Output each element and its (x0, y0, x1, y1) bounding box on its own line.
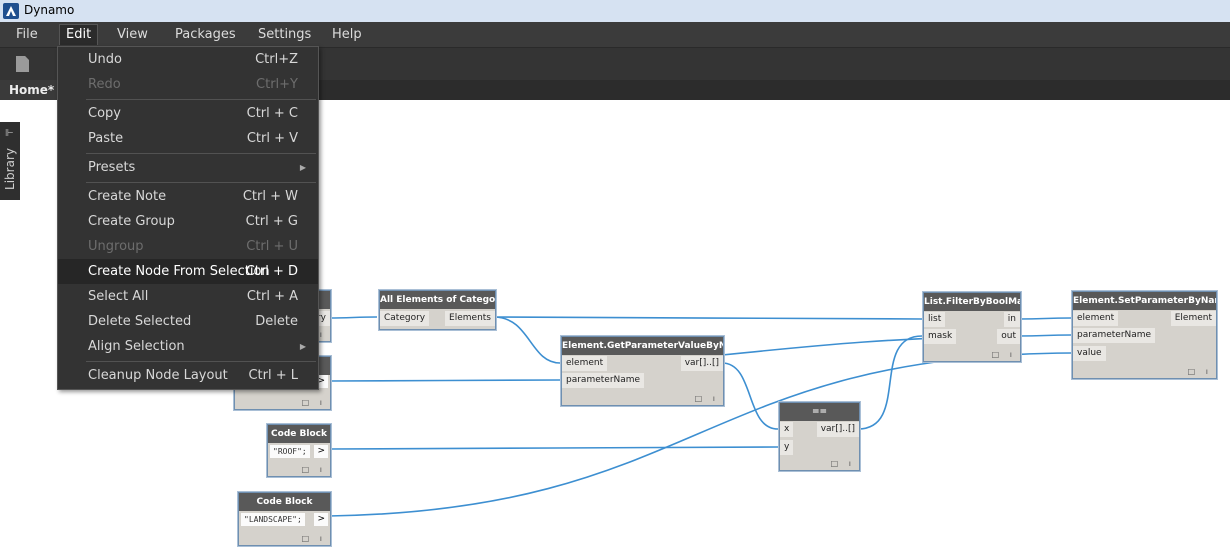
node-title: List.FilterByBoolMask (924, 293, 1020, 311)
menu-item-align-selection[interactable]: Align Selection ▶ (58, 334, 318, 359)
code-text[interactable]: "ROOF"; (270, 445, 310, 458)
wire-elements-to-filter-list (493, 316, 923, 320)
menu-separator (86, 99, 316, 100)
menu-item-redo: Redo Ctrl+Y (88, 77, 298, 92)
menu-item-cleanup-node-layout[interactable]: Cleanup Node Layout Ctrl + L (58, 363, 318, 388)
node-title: All Elements of Category (380, 291, 495, 309)
node-title: Code Block (239, 493, 330, 511)
node-footer: □ ı (301, 398, 326, 407)
port-elements-out[interactable]: Elements (445, 311, 495, 326)
wire-equals-to-filter-mask (857, 335, 923, 430)
wire-elements-to-get-element (493, 316, 561, 364)
menu-separator (86, 182, 316, 183)
node-title: Code Block (268, 425, 330, 443)
port-parametername-in[interactable]: parameterName (1073, 328, 1156, 343)
port-var-out[interactable]: var[]..[] (680, 356, 723, 371)
wire-getparam-to-equals-x (721, 362, 779, 430)
menu-item-paste[interactable]: Paste Ctrl + V (58, 126, 318, 151)
node-footer: □ ı (694, 394, 719, 403)
menu-item-presets[interactable]: Presets ▶ (58, 155, 318, 180)
menu-item-create-note[interactable]: Create Note Ctrl + W (58, 184, 318, 209)
port-element-in[interactable]: element (1073, 311, 1119, 326)
node-equals[interactable]: == x y var[]..[] □ ı (779, 402, 860, 471)
node-code-block-roof[interactable]: Code Block "ROOF"; > □ ı (267, 424, 331, 477)
port-in-out[interactable]: in (1003, 312, 1020, 327)
node-footer: □ ı (1187, 367, 1212, 376)
node-footer: □ ı (991, 350, 1016, 359)
port-element-in[interactable]: element (562, 356, 608, 371)
node-set-parameter-by-name[interactable]: Element.SetParameterByName element param… (1072, 291, 1217, 379)
wire-string-to-parametername (328, 379, 561, 382)
menu-separator (86, 361, 316, 362)
port-x-in[interactable]: x (780, 422, 794, 437)
submenu-arrow-icon: ▶ (299, 163, 306, 172)
port-code-out[interactable]: > (314, 445, 328, 458)
node-footer: □ ı (830, 459, 855, 468)
node-get-parameter-value-by-name[interactable]: Element.GetParameterValueByName element … (561, 336, 724, 406)
node-all-elements-of-category[interactable]: All Elements of Category Category Elemen… (379, 290, 496, 330)
node-footer: □ ı (301, 534, 326, 543)
edit-dropdown-menu: Undo Ctrl+Z Redo Ctrl+Y Copy Ctrl + C Pa… (57, 46, 319, 390)
node-title: == (780, 403, 859, 421)
menu-separator (86, 153, 316, 154)
menu-item-undo[interactable]: Undo Ctrl+Z (58, 47, 318, 72)
port-element-out[interactable]: Element (1170, 311, 1216, 326)
port-parametername-in[interactable]: parameterName (562, 373, 645, 388)
wire-category-to-all-elements (328, 316, 378, 319)
menu-item-delete-selected[interactable]: Delete Selected Delete (58, 309, 318, 334)
port-category-in[interactable]: Category (380, 311, 430, 326)
node-list-filter-by-bool-mask[interactable]: List.FilterByBoolMask list mask in out □… (923, 292, 1021, 362)
node-title: Element.GetParameterValueByName (562, 337, 723, 355)
wire-filter-out-to-set-parametername (1018, 334, 1072, 337)
port-out-out[interactable]: out (997, 329, 1020, 344)
node-title: Element.SetParameterByName (1073, 292, 1216, 310)
port-code-out[interactable]: > (314, 513, 328, 526)
port-var-out[interactable]: var[]..[] (816, 422, 859, 437)
port-mask-in[interactable]: mask (924, 329, 957, 344)
menu-item-create-group[interactable]: Create Group Ctrl + G (58, 209, 318, 234)
node-footer: □ ı (301, 465, 326, 474)
node-code-block-landscape[interactable]: Code Block "LANDSCAPE"; > □ ı (238, 492, 331, 546)
code-text[interactable]: "LANDSCAPE"; (241, 513, 305, 526)
wire-filter-in-to-set-element (1018, 317, 1072, 320)
menu-item-create-node-from-selection[interactable]: Create Node From Selection Ctrl + D (58, 259, 318, 284)
port-list-in[interactable]: list (924, 312, 946, 327)
menu-item-copy[interactable]: Copy Ctrl + C (58, 101, 318, 126)
menu-item-ungroup: Ungroup Ctrl + U (88, 239, 298, 254)
menu-item-select-all[interactable]: Select All Ctrl + A (58, 284, 318, 309)
submenu-arrow-icon: ▶ (299, 342, 306, 351)
port-value-in[interactable]: value (1073, 346, 1106, 361)
wire-roof-to-equals-y (328, 446, 779, 450)
port-y-in[interactable]: y (780, 440, 794, 455)
